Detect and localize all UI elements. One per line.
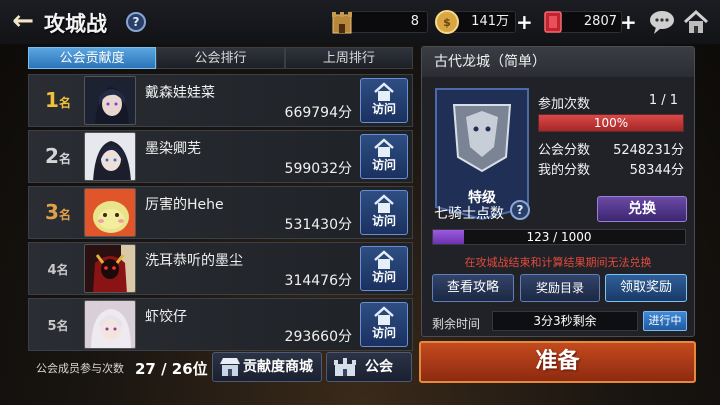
ruby-gem-icon (544, 11, 562, 33)
house-icon (374, 194, 394, 213)
player-score: 669794分 (284, 105, 352, 121)
list-item: 3名 厉害的Hehe 531430分 访问 (28, 186, 413, 239)
list-item: 1名 戴森娃娃菜 669794分 访问 (28, 74, 413, 127)
attempts-value: 1 / 1 (648, 93, 678, 108)
add-gem-button[interactable]: + (620, 10, 637, 34)
attempts-progress-bar: 100% (538, 114, 684, 132)
player-name: 洗耳恭听的墨尘 (145, 253, 243, 269)
visit-button[interactable]: 访问 (360, 78, 408, 123)
rank-badge: 5名 (47, 319, 69, 334)
guild-score-label: 公会分数 (538, 143, 591, 158)
ready-button[interactable]: 准备 (419, 341, 696, 383)
guild-score-value: 5248231分 (613, 143, 684, 158)
avatar (84, 244, 136, 293)
shop-icon (220, 358, 240, 376)
ranking-tabs: 公会贡献度 公会排行 上周排行 (28, 47, 413, 69)
page-title: 攻城战 (44, 12, 107, 36)
gem-display: 2807 (556, 11, 622, 33)
participation-bar: 公会成员参与次数 27 / 26位 贡献度商城 公会 (28, 352, 413, 382)
tab-guild-contribution[interactable]: 公会贡献度 (28, 47, 157, 69)
status-badge: 进行中 (643, 311, 687, 331)
guild-castle-icon (334, 358, 356, 376)
castle-icon (332, 12, 352, 34)
castle-count-display: 8 (346, 11, 428, 33)
exchange-button[interactable]: 兑换 (597, 196, 687, 222)
avatar (84, 132, 136, 181)
list-item: 2名 墨染卿芜 599032分 访问 (28, 130, 413, 183)
house-icon (374, 138, 394, 157)
knights-help-icon[interactable]: ? (510, 200, 530, 220)
attempts-progress-text: 100% (593, 116, 629, 130)
gem-amount: 2807 (583, 14, 617, 29)
top-bar: ← 攻城战 ? 8 141万 $ + 2807 + (0, 0, 720, 44)
player-score: 531430分 (284, 217, 352, 233)
list-item: 4名 洗耳恭听的墨尘 314476分 访问 (28, 242, 413, 295)
participation-label: 公会成员参与次数 (36, 362, 124, 375)
panel-title: 古代龙城（简单） (422, 47, 694, 77)
back-arrow-icon[interactable]: ← (8, 8, 38, 36)
knights-progress-text: 123 / 1000 (526, 230, 592, 244)
player-score: 314476分 (284, 273, 352, 289)
claim-rewards-button[interactable]: 领取奖励 (605, 274, 687, 302)
help-icon[interactable]: ? (126, 12, 146, 32)
svg-text:$: $ (443, 16, 451, 29)
rank-badge: 1名 (45, 88, 71, 112)
player-name: 厉害的Hehe (145, 197, 224, 213)
knights-points-label: 七骑士点数 (434, 206, 504, 222)
player-name: 戴森娃娃菜 (145, 85, 215, 101)
tab-guild-ranking[interactable]: 公会排行 (156, 47, 285, 69)
avatar (84, 188, 136, 237)
castle-count: 8 (410, 14, 419, 29)
chat-bubble-icon[interactable] (648, 8, 676, 36)
player-score: 599032分 (284, 161, 352, 177)
add-gold-button[interactable]: + (516, 10, 533, 34)
player-score: 293660分 (284, 329, 352, 345)
time-remaining-value: 3分3秒剩余 (492, 311, 638, 331)
attempts-label: 参加次数 (538, 97, 591, 112)
participation-count: 27 / 26位 (135, 360, 208, 378)
rank-badge: 2名 (45, 144, 71, 168)
visit-button[interactable]: 访问 (360, 302, 408, 347)
rank-badge: 4名 (47, 263, 69, 278)
siege-info-panel: 古代龙城（简单） 特级 参加次数 1 / 1 100% 公会分数 5248231… (421, 46, 695, 337)
time-remaining-label: 剩余时间 (432, 317, 481, 331)
view-strategy-button[interactable]: 查看攻略 (432, 274, 514, 302)
visit-button[interactable]: 访问 (360, 190, 408, 235)
gold-coin-icon: $ (435, 10, 459, 34)
contribution-shop-button[interactable]: 贡献度商城 (212, 352, 322, 382)
my-score-value: 58344分 (629, 163, 684, 178)
house-icon (374, 82, 394, 101)
rank-badge: 3名 (45, 200, 71, 224)
avatar (84, 76, 136, 125)
player-name: 墨染卿芜 (145, 141, 201, 157)
visit-button[interactable]: 访问 (360, 246, 408, 291)
guild-button[interactable]: 公会 (326, 352, 412, 382)
exchange-warning: 在攻城战结束和计算结果期间无法兑换 (464, 256, 652, 269)
rewards-list-button[interactable]: 奖励目录 (520, 274, 600, 302)
list-item: 5名 虾饺仔 293660分 访问 (28, 298, 413, 351)
gold-amount: 141万 (471, 14, 509, 29)
tab-last-week-ranking[interactable]: 上周排行 (284, 47, 413, 69)
house-icon (374, 306, 394, 325)
visit-button[interactable]: 访问 (360, 134, 408, 179)
player-name: 虾饺仔 (145, 309, 187, 325)
contribution-list: 1名 戴森娃娃菜 669794分 访问 2名 墨染卿芜 599032分 访问 3… (28, 74, 413, 354)
home-icon[interactable] (682, 8, 710, 36)
avatar (84, 300, 136, 349)
house-icon (374, 250, 394, 269)
my-score-label: 我的分数 (538, 163, 591, 178)
knights-progress-bar: 123 / 1000 (432, 229, 686, 245)
